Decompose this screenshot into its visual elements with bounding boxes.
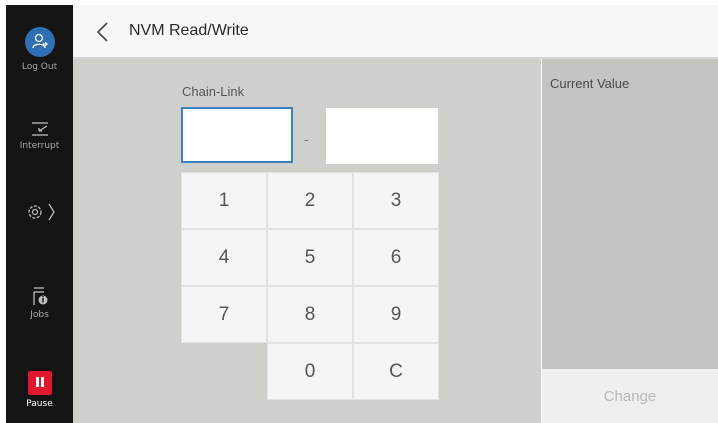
jobs-label: Jobs	[30, 310, 49, 320]
settings-button[interactable]	[6, 201, 73, 226]
interrupt-label: Interrupt	[19, 141, 60, 151]
sidebar: Log Out Interrupt Jobs Pause	[6, 5, 73, 423]
key-0[interactable]: 0	[267, 343, 353, 400]
main-panel: Chain-Link - 1 2 3 4 5 6 7 8 9 0 C	[73, 59, 541, 423]
logout-button[interactable]: Log Out	[6, 27, 73, 72]
key-7[interactable]: 7	[181, 286, 267, 343]
key-5[interactable]: 5	[267, 229, 353, 286]
key-1[interactable]: 1	[181, 172, 267, 229]
current-value-panel: Current Value Change	[542, 59, 718, 423]
pause-button[interactable]: Pause	[6, 371, 73, 409]
pause-label: Pause	[26, 399, 53, 409]
key-clear[interactable]: C	[353, 343, 439, 400]
key-2[interactable]: 2	[267, 172, 353, 229]
key-3[interactable]: 3	[353, 172, 439, 229]
key-6[interactable]: 6	[353, 229, 439, 286]
key-4[interactable]: 4	[181, 229, 267, 286]
jobs-button[interactable]: Jobs	[6, 285, 73, 320]
chain-input[interactable]	[181, 107, 293, 163]
page-title: NVM Read/Write	[129, 22, 249, 39]
key-9[interactable]: 9	[353, 286, 439, 343]
header: NVM Read/Write	[73, 5, 718, 59]
pause-icon	[27, 371, 52, 395]
current-value-title: Current Value	[550, 76, 630, 91]
change-button[interactable]: Change	[542, 369, 718, 423]
key-8[interactable]: 8	[267, 286, 353, 343]
interrupt-icon	[31, 122, 48, 136]
chain-link-label: Chain-Link	[182, 84, 245, 99]
logout-label: Log Out	[21, 62, 58, 72]
interrupt-button[interactable]: Interrupt	[6, 120, 73, 151]
jobs-icon	[32, 287, 47, 305]
separator: -	[304, 133, 309, 148]
link-input[interactable]	[326, 108, 438, 164]
gear-icon	[27, 203, 55, 221]
back-icon[interactable]	[95, 21, 111, 43]
user-icon	[24, 27, 55, 57]
